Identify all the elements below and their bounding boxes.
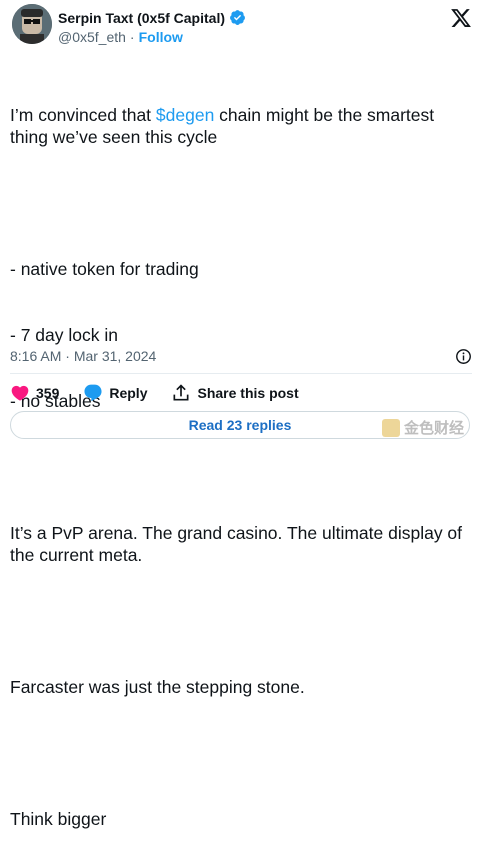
like-count: 359 [36,385,60,401]
author-display-name[interactable]: Serpin Taxt (0x5f Capital) [58,10,225,26]
divider [10,373,472,374]
list-item: - 7 day lock in [10,325,118,345]
reply-button[interactable]: Reply [83,383,147,403]
action-bar: 359 Reply Share this post [10,382,323,404]
tweet-date[interactable]: Mar 31, 2024 [74,348,157,364]
reply-label: Reply [109,385,148,401]
watermark-text: 金色财经 [404,420,465,437]
verified-badge-icon [230,10,245,25]
tweet-paragraph: Farcaster was just the stepping stone. [10,677,305,697]
share-button[interactable]: Share this post [171,383,299,403]
share-icon [173,384,189,401]
tweet-text-start: I’m convinced that [10,105,156,125]
heart-icon [11,385,29,401]
info-icon[interactable] [455,348,472,365]
cashtag-link[interactable]: $degen [156,105,214,125]
list-item: - native token for trading [10,259,199,279]
meta-separator: · [65,348,70,364]
tweet-time[interactable]: 8:16 AM [10,348,61,364]
tweet-header: Serpin Taxt (0x5f Capital) @0x5f_eth · F… [12,4,472,48]
handle-separator: · [129,29,135,45]
avatar[interactable] [12,4,52,44]
watermark-logo-icon [382,418,400,437]
timestamp[interactable]: 8:16 AM · Mar 31, 2024 [10,348,156,364]
watermark: 金色财经 [382,417,464,438]
tweet-paragraph: Think bigger [10,809,107,829]
x-logo-icon[interactable] [450,7,472,29]
share-label: Share this post [197,385,299,401]
follow-button[interactable]: Follow [139,29,183,45]
reply-bubble-icon [84,384,102,402]
like-button[interactable]: 359 [10,383,59,403]
tweet-text: I’m convinced that $degen chain might be… [10,60,472,852]
tweet-paragraph: It’s a PvP arena. The grand casino. The … [10,523,467,565]
author-handle[interactable]: @0x5f_eth [58,29,126,45]
